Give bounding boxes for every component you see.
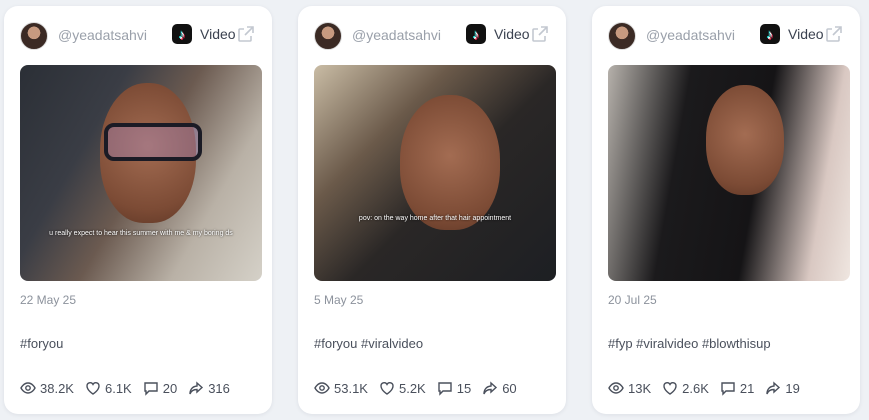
- share-icon: [483, 381, 498, 395]
- eye-icon: [20, 382, 36, 394]
- comments-count: 15: [456, 380, 472, 396]
- glasses: [104, 123, 202, 161]
- views-count: 13K: [628, 380, 652, 396]
- avatar[interactable]: [20, 22, 48, 50]
- share-icon: [189, 381, 204, 395]
- comments-stat: 15: [437, 380, 471, 396]
- tiktok-icon: ♪: [172, 24, 192, 44]
- comment-icon: [144, 382, 158, 396]
- username-handle[interactable]: @yeadatsahvi: [646, 27, 735, 43]
- avatar[interactable]: [608, 22, 636, 50]
- card-header: @yeadatsahvi ♪ Video: [20, 20, 258, 50]
- post-card[interactable]: @yeadatsahvi ♪ Video 20 Jul 25 #fyp #vir…: [592, 6, 860, 414]
- thumbnail-caption: u really expect to hear this summer with…: [49, 230, 233, 237]
- post-hashtags: #foryou: [20, 336, 64, 351]
- comments-stat: 20: [143, 380, 177, 396]
- external-link-icon[interactable]: [530, 24, 550, 44]
- share-icon: [766, 381, 781, 395]
- shares-count: 316: [208, 380, 230, 396]
- shares-count: 60: [502, 380, 517, 396]
- shares-stat: 60: [482, 380, 517, 396]
- thumbnail-caption: pov: on the way home after that hair app…: [358, 215, 512, 222]
- shares-count: 19: [785, 380, 800, 396]
- views-stat: 13K: [608, 380, 651, 396]
- views-stat: 38.2K: [20, 380, 74, 396]
- likes-stat: 5.2K: [379, 380, 426, 396]
- tiktok-icon: ♪: [760, 24, 780, 44]
- likes-count: 6.1K: [104, 380, 132, 396]
- shares-stat: 19: [765, 380, 800, 396]
- external-link-icon[interactable]: [824, 24, 844, 44]
- heart-icon: [86, 382, 100, 395]
- comments-count: 20: [162, 380, 178, 396]
- post-date: 20 Jul 25: [608, 293, 657, 307]
- views-count: 53.1K: [334, 380, 368, 396]
- username-handle[interactable]: @yeadatsahvi: [352, 27, 441, 43]
- likes-stat: 6.1K: [85, 380, 132, 396]
- views-stat: 53.1K: [314, 380, 368, 396]
- heart-icon: [380, 382, 394, 395]
- post-hashtags: #foryou #viralvideo: [314, 336, 424, 351]
- card-header: @yeadatsahvi ♪ Video: [608, 20, 846, 50]
- post-card[interactable]: @yeadatsahvi ♪ Video pov: on the way hom…: [298, 6, 566, 414]
- post-stats: 13K 2.6K 21 19: [608, 380, 811, 396]
- post-type-label: Video: [494, 26, 530, 42]
- likes-count: 5.2K: [398, 380, 426, 396]
- comments-count: 21: [739, 380, 755, 396]
- post-date: 22 May 25: [20, 293, 77, 307]
- post-type-label: Video: [200, 26, 236, 42]
- likes-stat: 2.6K: [662, 380, 709, 396]
- eye-icon: [314, 382, 330, 394]
- post-date: 5 May 25: [314, 293, 364, 307]
- post-stats: 53.1K 5.2K 15 60: [314, 380, 528, 396]
- likes-count: 2.6K: [682, 380, 709, 396]
- heart-icon: [663, 382, 677, 395]
- eye-icon: [608, 382, 624, 394]
- comment-icon: [438, 382, 452, 396]
- shares-stat: 316: [188, 380, 230, 396]
- video-thumbnail[interactable]: [608, 65, 850, 281]
- post-type-label: Video: [788, 26, 824, 42]
- comment-icon: [721, 382, 735, 396]
- views-count: 38.2K: [40, 380, 74, 396]
- username-handle[interactable]: @yeadatsahvi: [58, 27, 147, 43]
- post-stats: 38.2K 6.1K 20 316: [20, 380, 241, 396]
- comments-stat: 21: [720, 380, 754, 396]
- avatar[interactable]: [314, 22, 342, 50]
- card-header: @yeadatsahvi ♪ Video: [314, 20, 552, 50]
- post-card[interactable]: @yeadatsahvi ♪ Video u really expect to …: [4, 6, 272, 414]
- post-hashtags: #fyp #viralvideo #blowthisup: [608, 336, 771, 351]
- video-thumbnail[interactable]: pov: on the way home after that hair app…: [314, 65, 556, 281]
- video-thumbnail[interactable]: u really expect to hear this summer with…: [20, 65, 262, 281]
- tiktok-icon: ♪: [466, 24, 486, 44]
- external-link-icon[interactable]: [236, 24, 256, 44]
